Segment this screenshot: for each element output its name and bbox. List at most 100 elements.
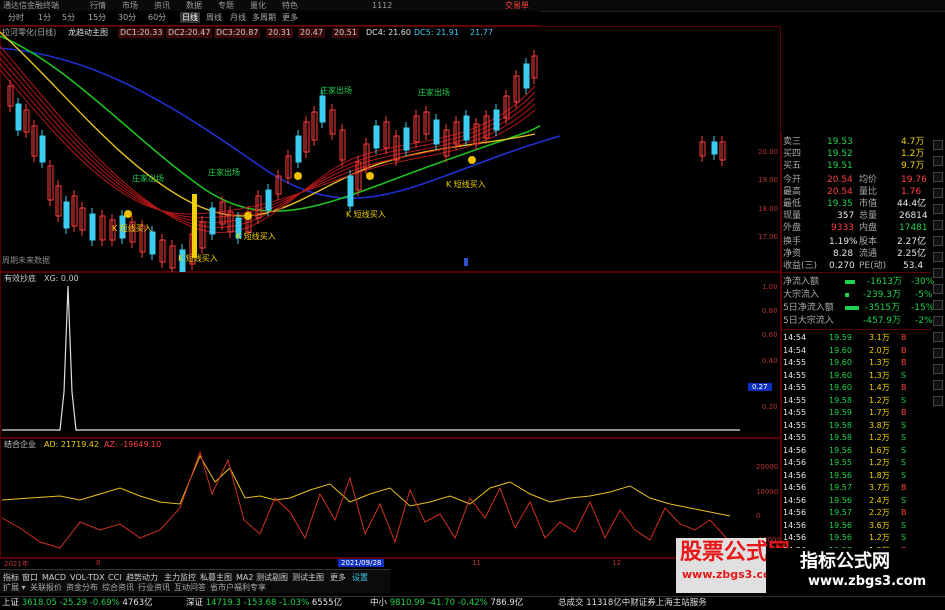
side-grid-icon[interactable] <box>933 252 943 262</box>
time-axis-label: 12 <box>612 559 621 567</box>
side-grid-icon[interactable] <box>933 364 943 374</box>
quote-row-outer: 外盘 9333 内盘 17481 <box>783 223 928 233</box>
signal-label: 庄家出场 <box>418 88 450 97</box>
tab-multi-period[interactable]: 多周期 <box>250 12 278 23</box>
panel3-drawing <box>1 450 731 549</box>
price-axis-label: 20.00 <box>758 148 779 156</box>
time-axis-cursor: 2021/09/28 <box>338 559 385 567</box>
status-sh[interactable]: 上证 3618.05 -25.29 -0.69% 4763亿 <box>2 598 153 608</box>
quote-price: 19.53 <box>827 137 853 147</box>
menu-item-zhuanti[interactable]: 专题 <box>218 0 234 11</box>
trade-price: 19.56 <box>829 445 852 455</box>
candle-body <box>89 213 96 241</box>
trade-price: 19.58 <box>829 433 852 442</box>
smiley-icon <box>294 172 302 180</box>
tab-15min[interactable]: 15分 <box>86 12 108 23</box>
tab-weekly[interactable]: 周线 <box>204 12 224 23</box>
status-sz[interactable]: 深证 14719.3 -153.68 -1.03% 6555亿 <box>186 598 342 608</box>
side-grid-icon[interactable] <box>933 300 943 310</box>
trade-time: 14:54 <box>783 333 807 342</box>
tab-expand[interactable]: 扩展 ▾ <box>3 582 26 593</box>
buy-signal-label: K 短线买入 <box>236 232 276 241</box>
tab-industry-news[interactable]: 行业资讯 <box>138 582 170 593</box>
tab-welfare[interactable]: 省市户福利专享 <box>210 582 266 593</box>
trade-price: 19.56 <box>829 470 852 480</box>
signal-label: 庄家出场 <box>208 168 240 177</box>
quote-label: 买四 <box>783 149 802 159</box>
side-grid-icon[interactable] <box>933 284 943 294</box>
menu-item-hangqing[interactable]: 行情 <box>90 0 106 11</box>
tab-30min[interactable]: 30分 <box>116 12 138 23</box>
trade-side: B <box>901 483 907 492</box>
tab-qa[interactable]: 互动问答 <box>174 582 206 593</box>
status-sme[interactable]: 中小 9810.99 -41.70 -0.42% 786.9亿 <box>370 598 523 608</box>
trade-side: B <box>901 508 907 517</box>
trade-side: S <box>901 533 907 542</box>
trade-price: 19.56 <box>829 495 852 505</box>
period-toolbar: 分时 1分 5分 15分 30分 60分 日线 周线 月线 多周期 更多 <box>0 11 540 26</box>
side-grid-icon[interactable] <box>933 316 943 326</box>
side-grid-icon[interactable] <box>933 268 943 278</box>
side-grid-icon[interactable] <box>933 172 943 182</box>
quote-row-eps: 收益(三) 0.270 PE(动) 53.4 <box>783 261 924 271</box>
side-grid-icon[interactable] <box>933 396 943 406</box>
ad-line <box>1 454 731 517</box>
quote-vol: 4.7万 <box>901 137 925 147</box>
side-grid-icon[interactable] <box>933 140 943 150</box>
flow-row: 净流入额 -1613万 -30% <box>783 277 935 287</box>
candle-body <box>149 231 156 255</box>
side-grid-icon[interactable] <box>933 380 943 390</box>
tab-fund-dist[interactable]: 资金分布 <box>66 582 98 593</box>
menu-item-tese[interactable]: 特色 <box>282 0 298 11</box>
side-grid-icon[interactable] <box>933 188 943 198</box>
candle-body <box>403 127 410 151</box>
tab-monthly[interactable]: 月线 <box>228 12 248 23</box>
menu-item-1112[interactable]: 1112 <box>372 0 392 11</box>
trade-price: 19.58 <box>829 420 852 430</box>
side-grid-icon[interactable] <box>933 236 943 246</box>
menu-item-zixun[interactable]: 资讯 <box>154 0 170 11</box>
trade-volume: 3.7万 <box>869 483 890 492</box>
tab-composite-news[interactable]: 综合资讯 <box>102 582 134 593</box>
smiley-icon <box>124 210 132 218</box>
side-grid-icon[interactable] <box>933 348 943 358</box>
side-grid-icon[interactable] <box>933 332 943 342</box>
candle-body <box>493 109 500 131</box>
tab-5min[interactable]: 5分 <box>60 12 77 23</box>
side-grid-icon[interactable] <box>933 156 943 166</box>
price-axis-label: 18.00 <box>758 205 779 213</box>
menu-item-shichang[interactable]: 市场 <box>122 0 138 11</box>
side-grid-icon[interactable] <box>933 204 943 214</box>
cursor-marker <box>464 258 468 266</box>
tab-1min[interactable]: 1分 <box>36 12 53 23</box>
trade-side: S <box>901 470 907 480</box>
buy-signal-label: K 短线买入 <box>346 210 386 219</box>
quote-price: 19.52 <box>827 149 853 159</box>
trade-volume: 3.8万 <box>869 420 890 430</box>
tab-related-quote[interactable]: 关联报价 <box>30 582 62 593</box>
menu-item-shuju[interactable]: 数据 <box>186 0 202 11</box>
quote-row-bid4: 买四 19.52 1.2万 <box>783 148 924 160</box>
trade-volume: 3.1万 <box>869 333 890 342</box>
trade-price: 19.60 <box>829 370 852 380</box>
panel2-drawing <box>2 285 740 431</box>
candle-body <box>347 175 354 207</box>
tab-more[interactable]: 更多 <box>280 12 300 23</box>
trade-side: S <box>901 420 907 430</box>
signal-label: 庄家出场 <box>132 174 164 183</box>
trade-volume: 1.2万 <box>869 458 890 467</box>
smiley-icon <box>468 156 476 164</box>
trade-time: 14:55 <box>783 420 807 430</box>
trade-time: 14:55 <box>783 433 807 442</box>
trade-link[interactable]: 交易单 <box>505 0 529 11</box>
smiley-icon <box>366 172 374 180</box>
app-title: 通达信金融终端 <box>3 1 59 10</box>
side-grid-icon[interactable] <box>933 220 943 230</box>
quote-row-curvol: 现量 357 总量 26814 <box>783 211 928 221</box>
tab-fenshi[interactable]: 分时 <box>6 12 26 23</box>
tab-60min[interactable]: 60分 <box>146 12 168 23</box>
trade-time: 14:56 <box>783 458 807 467</box>
menu-item-lianghua[interactable]: 量化 <box>250 0 266 11</box>
trade-side: B <box>901 358 907 367</box>
tab-daily[interactable]: 日线 <box>180 12 200 23</box>
